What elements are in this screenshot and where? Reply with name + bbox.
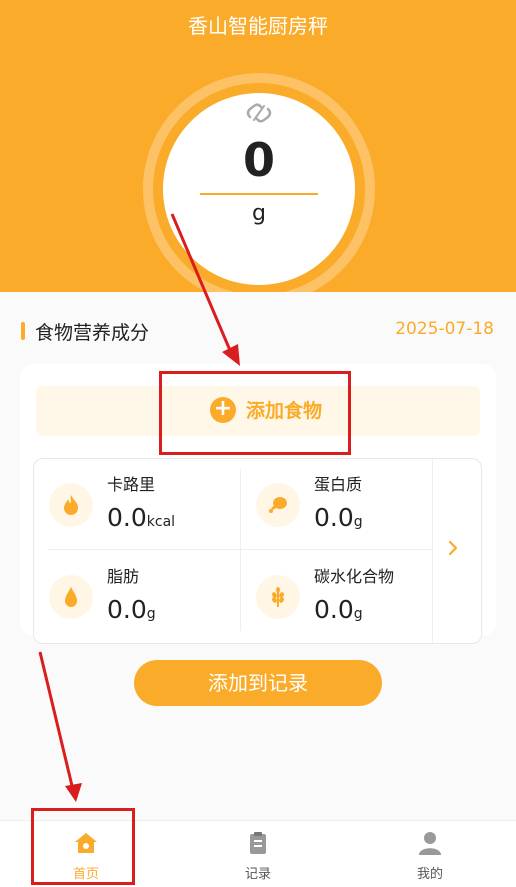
weight-dial: 0 g [163,93,355,285]
section-date[interactable]: 2025-07-18 [395,319,494,339]
weight-unit: g [252,201,266,226]
droplet-icon [65,587,77,607]
clipboard-icon [250,832,266,854]
drumstick-icon [269,497,287,513]
nutrient-value: 0.0 [107,595,147,624]
nutrient-unit: g [353,514,363,530]
nutrient-unit: g [353,606,363,622]
tab-records[interactable]: 记录 [172,821,344,887]
nutrient-label: 碳水化合物 [314,567,395,586]
nutrient-value: 0.0 [314,503,354,532]
tab-profile[interactable]: 我的 [344,821,516,887]
annotation-box [159,371,351,455]
wheat-icon [272,587,284,607]
nutrient-calories: 卡路里 0.0kcal [34,459,224,545]
tab-label: 我的 [416,867,443,882]
nutrient-unit: kcal [146,514,176,530]
app-title: 香山智能厨房秤 [188,14,328,38]
nutrient-value: 0.0 [107,503,147,532]
header: 香山智能厨房秤 0 g [0,0,516,305]
divider [432,459,433,643]
nutrient-label: 卡路里 [107,475,156,494]
nutrient-label: 脂肪 [107,567,140,586]
dial-divider [200,193,318,195]
add-to-record-button[interactable]: 添加到记录 [134,660,382,706]
nutrient-value: 0.0 [314,595,354,624]
nutrient-label: 蛋白质 [314,475,363,494]
tab-label: 记录 [244,867,271,882]
nutrient-carbs: 碳水化合物 0.0g [241,551,431,637]
divider [48,549,432,550]
chevron-right-icon[interactable] [446,539,460,557]
section-accent-bar [21,322,25,340]
nutrition-grid: 卡路里 0.0kcal 蛋白质 0.0g 脂肪 0.0g 碳水化合物 0.0g [33,458,482,644]
annotation-box [31,808,135,885]
nutrient-unit: g [146,606,156,622]
nutrient-fat: 脂肪 0.0g [34,551,224,637]
weight-value: 0 [242,133,275,187]
link-broken-icon[interactable] [245,103,273,123]
nutrient-protein: 蛋白质 0.0g [241,459,431,545]
flame-icon [64,495,78,515]
section-title: 食物营养成分 [35,322,150,344]
user-icon [419,832,441,855]
